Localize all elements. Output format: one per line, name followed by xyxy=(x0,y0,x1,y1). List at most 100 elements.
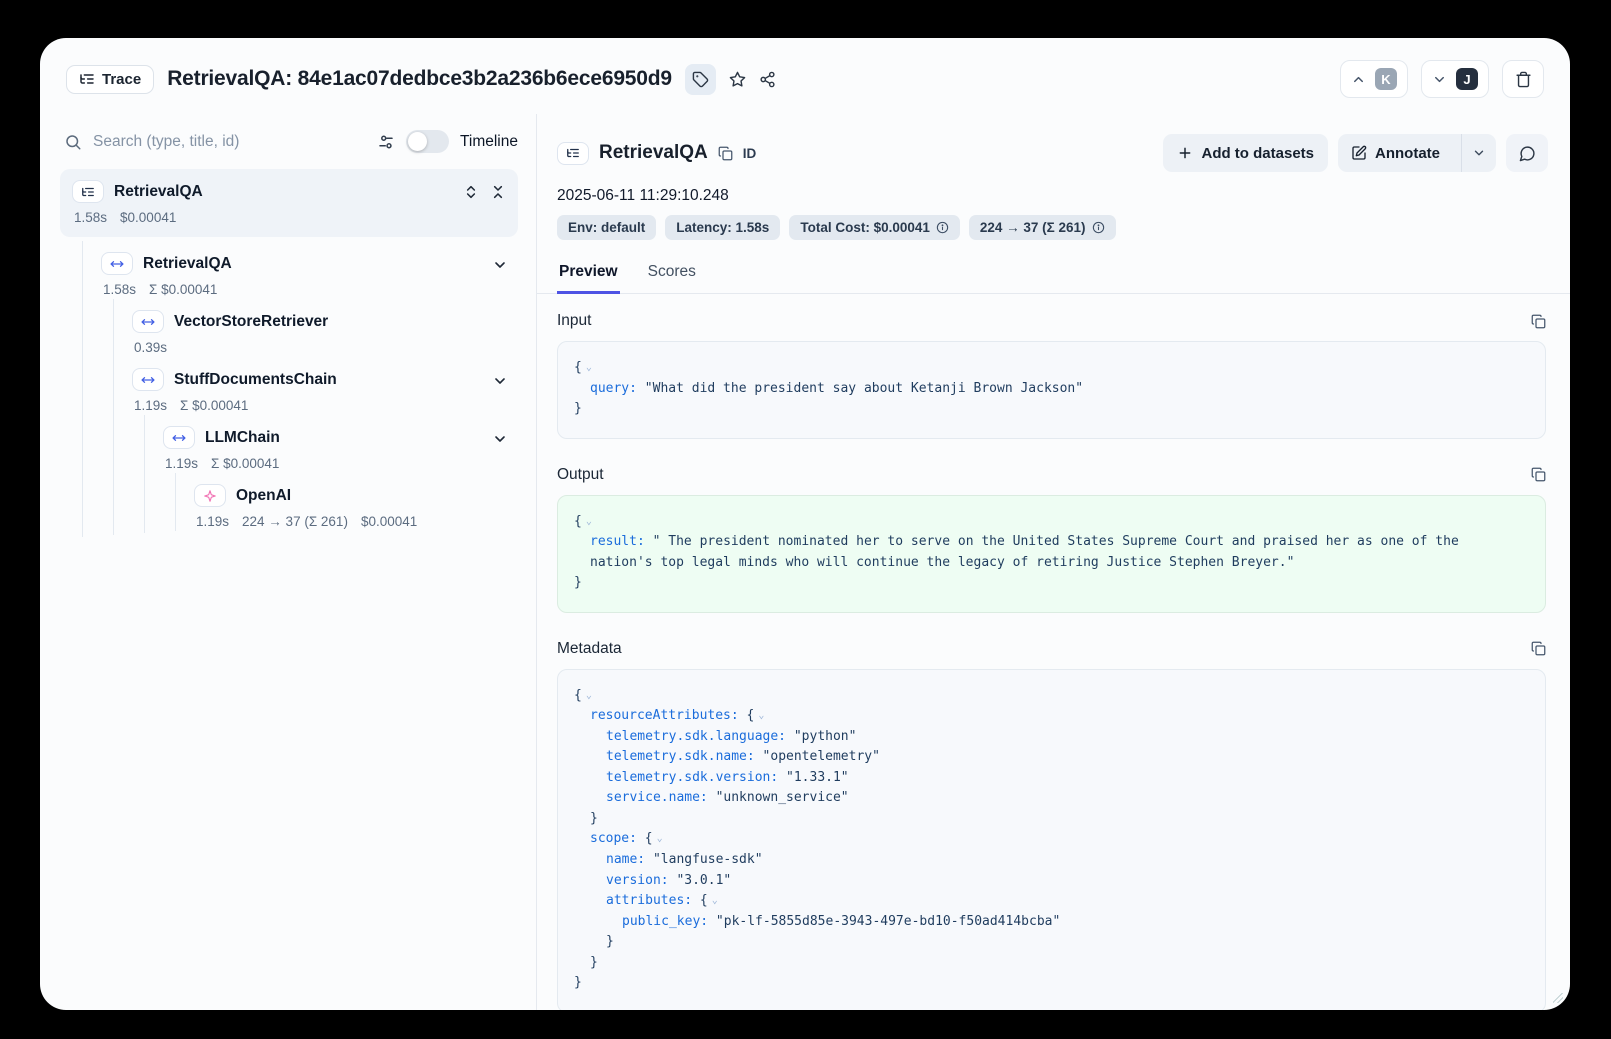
collapse-node-icon[interactable] xyxy=(492,431,508,447)
output-json-viewer[interactable]: {⌄result: " The president nominated her … xyxy=(557,495,1546,613)
observation-title: RetrievalQA xyxy=(599,142,708,164)
filter-sliders-icon[interactable] xyxy=(377,133,395,151)
chevron-down-icon xyxy=(1432,72,1447,87)
star-icon xyxy=(729,71,746,88)
tree-root-cost: $0.00041 xyxy=(120,210,176,225)
annotate-button[interactable]: Annotate xyxy=(1338,134,1453,172)
copy-icon[interactable] xyxy=(1531,641,1546,656)
section-title: Input xyxy=(557,312,591,330)
tree-node-openai[interactable]: OpenAI1.19s224 → 37 (Σ 261)$0.00041 xyxy=(176,473,518,531)
tab-scores[interactable]: Scores xyxy=(646,255,698,294)
tree-children: VectorStoreRetriever0.39s StuffDocumentsC… xyxy=(113,299,518,535)
tree-children: RetrievalQA1.58sΣ $0.00041VectorStoreRet… xyxy=(82,241,518,537)
tree-children: OpenAI1.19s224 → 37 (Σ 261)$0.00041 xyxy=(175,473,518,531)
tree-children: LLMChain 1.19s Σ $0.00041 OpenAI 1.19s 224 → … xyxy=(144,415,518,533)
generation-badge xyxy=(194,484,226,507)
tree-node-vectorstoreretriever[interactable]: VectorStoreRetriever0.39s xyxy=(114,299,518,357)
tree-node-stuffdocumentschain[interactable]: StuffDocumentsChain1.19sΣ $0.00041LLMCha… xyxy=(114,357,518,535)
tree-node-llmchain[interactable]: LLMChain 1.19s Σ $0.00041 OpenAI 1.19s 224 → … xyxy=(145,415,518,533)
metric-badge: Latency: 1.58s xyxy=(665,215,780,240)
keyboard-shortcut-j: J xyxy=(1456,68,1478,90)
section-title: Metadata xyxy=(557,640,622,658)
annotate-menu-button[interactable] xyxy=(1461,134,1496,172)
tags-button[interactable] xyxy=(685,64,716,95)
metric-badge: Total Cost: $0.00041 xyxy=(789,215,960,240)
collapse-node-icon[interactable] xyxy=(492,257,508,273)
section-input: Input {⌄query: "What did the president sa… xyxy=(557,312,1546,439)
tab-preview[interactable]: Preview xyxy=(557,255,620,294)
trace-badge xyxy=(557,142,589,165)
search-input[interactable] xyxy=(93,133,366,151)
list-tree-icon xyxy=(81,185,95,199)
chevron-down-icon xyxy=(1472,146,1486,160)
tree-root-duration: 1.58s xyxy=(74,210,107,225)
section-metadata: Metadata {⌄resourceAttributes: {⌄telemetr… xyxy=(557,640,1546,1010)
info-icon[interactable] xyxy=(936,221,949,234)
copy-icon[interactable] xyxy=(1531,467,1546,482)
tree-root-trace[interactable]: RetrievalQA 1.58s $0.00041 xyxy=(60,169,518,237)
list-tree-icon xyxy=(79,71,95,87)
trace-type-chip: Trace xyxy=(66,65,154,94)
add-to-datasets-button[interactable]: Add to datasets xyxy=(1163,134,1328,172)
comment-bubble-icon xyxy=(1519,145,1536,162)
delete-trace-button[interactable] xyxy=(1502,60,1544,98)
id-label: ID xyxy=(743,146,757,161)
info-icon[interactable] xyxy=(1092,221,1105,234)
resize-grip-icon[interactable] xyxy=(1553,993,1563,1003)
comments-button[interactable] xyxy=(1506,134,1548,172)
tree-node-retrievalqa[interactable]: RetrievalQA1.58sΣ $0.00041VectorStoreRet… xyxy=(83,241,518,537)
node-duration: 1.19s xyxy=(196,514,229,529)
next-trace-button[interactable]: J xyxy=(1421,60,1489,98)
span-badge xyxy=(132,310,164,333)
share-icon xyxy=(759,71,776,88)
generation-sparkle-icon xyxy=(203,489,217,503)
node-duration: 0.39s xyxy=(134,340,167,355)
trace-badges: Env: default Latency: 1.58s Total Cost: $0… xyxy=(537,205,1570,240)
node-name: StuffDocumentsChain xyxy=(174,371,337,389)
trace-tree-panel: Timeline RetrievalQA 1 xyxy=(40,114,537,1010)
node-cost: Σ $0.00041 xyxy=(149,282,217,297)
observation-detail-panel: RetrievalQA ID Add to datasets Annotate xyxy=(537,114,1570,1010)
share-button[interactable] xyxy=(759,71,776,88)
span-arrows-icon xyxy=(141,315,155,329)
annotate-split-button: Annotate xyxy=(1338,134,1496,172)
plus-icon xyxy=(1177,145,1193,161)
search-icon xyxy=(64,133,82,151)
window-header: Trace RetrievalQA: 84e1ac07dedbce3b2a236… xyxy=(40,38,1570,114)
collapse-all-icon[interactable] xyxy=(490,184,506,200)
node-duration: 1.19s xyxy=(165,456,198,471)
timeline-toggle[interactable] xyxy=(406,130,449,153)
tag-icon xyxy=(692,71,709,88)
node-token-usage: 224 → 37 (Σ 261) xyxy=(242,514,348,529)
preview-content[interactable]: Input {⌄query: "What did the president sa… xyxy=(537,294,1570,1010)
input-json-viewer[interactable]: {⌄query: "What did the president say abo… xyxy=(557,341,1546,439)
metric-badge: 224 → 37 (Σ 261) xyxy=(969,215,1116,240)
section-output: Output{⌄result: " The president nominate… xyxy=(557,466,1546,613)
copy-icon[interactable] xyxy=(1531,314,1546,329)
previous-trace-button[interactable]: K xyxy=(1340,60,1408,98)
span-badge xyxy=(132,368,164,391)
trash-icon xyxy=(1515,71,1532,88)
page-title: RetrievalQA: 84e1ac07dedbce3b2a236b6ece6… xyxy=(167,67,672,91)
span-arrows-icon xyxy=(141,373,155,387)
span-arrows-icon xyxy=(172,431,186,445)
chevron-up-icon xyxy=(1351,72,1366,87)
keyboard-shortcut-k: K xyxy=(1375,68,1397,90)
collapse-node-icon[interactable] xyxy=(492,373,508,389)
tree-root-name: RetrievalQA xyxy=(114,183,203,201)
node-duration: 1.58s xyxy=(103,282,136,297)
span-arrows-icon xyxy=(110,257,124,271)
bookmark-star-button[interactable] xyxy=(729,71,746,88)
node-duration: 1.19s xyxy=(134,398,167,413)
expand-all-icon[interactable] xyxy=(463,184,479,200)
node-name: OpenAI xyxy=(236,487,291,505)
metadata-json-viewer[interactable]: {⌄resourceAttributes: {⌄telemetry.sdk.la… xyxy=(557,669,1546,1010)
copy-id-icon[interactable] xyxy=(718,146,733,161)
timeline-toggle-label: Timeline xyxy=(460,133,518,151)
metric-badge: Env: default xyxy=(557,215,656,240)
list-tree-icon xyxy=(566,146,580,160)
node-name: LLMChain xyxy=(205,429,280,447)
node-cost: Σ $0.00041 xyxy=(211,456,279,471)
node-name: RetrievalQA xyxy=(143,255,232,273)
trace-timestamp: 2025-06-11 11:29:10.248 xyxy=(537,172,1570,205)
